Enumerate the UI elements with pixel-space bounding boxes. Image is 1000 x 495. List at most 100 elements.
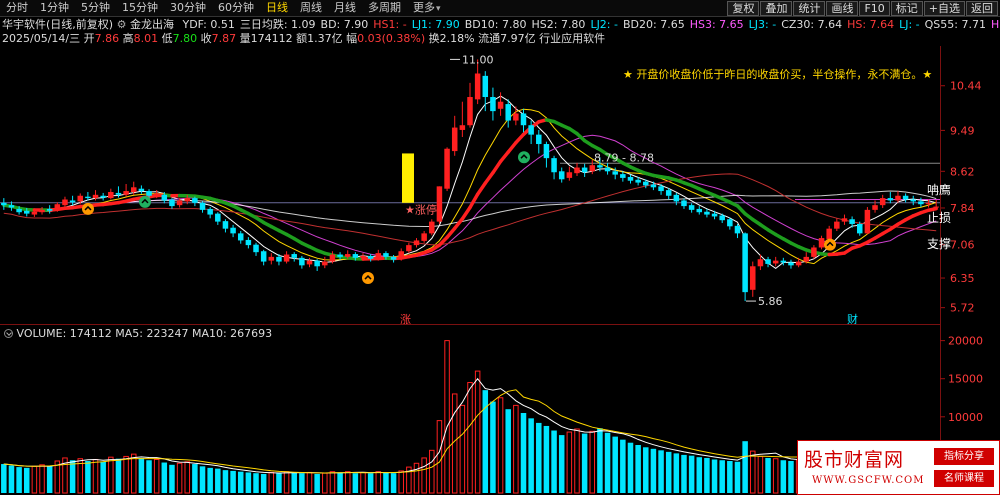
tab-6[interactable]: 日线 xyxy=(260,0,294,16)
candle-body xyxy=(864,209,871,234)
limit-up-bar xyxy=(402,153,414,203)
settings-gear-icon[interactable]: ⚙ xyxy=(117,18,127,31)
volume-bar xyxy=(299,473,305,493)
volume-bar xyxy=(765,457,771,493)
volume-bar xyxy=(451,393,458,494)
tab-5[interactable]: 60分钟 xyxy=(212,0,260,16)
volume-bar xyxy=(322,472,328,494)
side-label-support: 支撑 xyxy=(927,237,952,251)
indicator-info-line: 华宇软件(日线,前复权) ⚙ 金龙出海 YDF: 0.51 三日均跌: 1.09 B… xyxy=(2,18,1000,32)
volume-bar xyxy=(100,461,106,493)
tab-8[interactable]: 月线 xyxy=(328,0,362,16)
volume-bar xyxy=(16,467,22,493)
volume-bar xyxy=(39,464,45,494)
candle-body xyxy=(558,171,565,180)
volume-bar xyxy=(176,462,183,494)
volume-bar xyxy=(215,468,221,493)
quote-info-line: 2025/05/14/三 开7.86 高8.01 低7.80 收7.87 量17… xyxy=(2,32,606,45)
tab-4[interactable]: 30分钟 xyxy=(164,0,212,16)
volume-bar xyxy=(108,456,114,494)
candle-body xyxy=(39,209,45,213)
tab-3[interactable]: 15分钟 xyxy=(116,0,164,16)
toolbar-button-3[interactable]: 画线 xyxy=(826,1,859,16)
indicator-value-12: HS: 7.64 xyxy=(847,18,895,31)
indicator-value-10: LJ3: - xyxy=(748,18,777,31)
low-label: 5.86 xyxy=(758,295,783,308)
period-toolbar: 分时1分钟5分钟15分钟30分钟60分钟日线周线月线多周期更多 复权叠加统计画线… xyxy=(0,0,1000,17)
tab-10[interactable]: 更多 xyxy=(407,0,447,16)
tab-0[interactable]: 分时 xyxy=(0,0,34,16)
candle-body xyxy=(115,192,122,195)
volume-bar xyxy=(130,453,137,494)
candle-body xyxy=(681,200,687,207)
candle-body xyxy=(688,205,695,210)
candle-body xyxy=(872,205,878,210)
volume-bar xyxy=(711,459,718,493)
volume-bar xyxy=(543,425,550,493)
side-label-1: 呥廌 xyxy=(927,183,952,197)
volume-bar xyxy=(337,472,343,493)
candle-body xyxy=(818,238,825,248)
watermark-url: WWW.GSCFW.COM xyxy=(812,475,925,486)
candle-body xyxy=(788,262,794,266)
candle-body xyxy=(375,253,382,259)
volume-bar xyxy=(727,461,733,493)
candle-body xyxy=(215,213,221,222)
candle-body xyxy=(360,255,366,258)
tab-1[interactable]: 1分钟 xyxy=(34,0,75,16)
candle-body xyxy=(268,256,275,261)
volume-bar xyxy=(719,460,725,493)
volume-bar xyxy=(696,457,703,493)
toolbar-button-4[interactable]: F10 xyxy=(859,1,890,16)
volume-bar xyxy=(551,430,557,493)
tab-2[interactable]: 5分钟 xyxy=(75,0,116,16)
toolbar-button-1[interactable]: 叠加 xyxy=(760,1,793,16)
volume-bar xyxy=(31,465,38,494)
volume-bar xyxy=(184,461,190,494)
volume-bar xyxy=(436,420,443,494)
collapse-icon[interactable] xyxy=(4,329,13,338)
candle-body xyxy=(612,171,618,175)
price-axis-label: 10.44 xyxy=(950,80,982,93)
candlestick-chart[interactable]: 10.44 9.49 8.62 7.84 7.06 6.35 5.72 11.00 5.86 8.… xyxy=(0,46,1000,325)
candle-body xyxy=(719,215,725,221)
candle-body xyxy=(711,213,718,217)
candle-body xyxy=(803,256,810,262)
toolbar-button-5[interactable]: 标记 xyxy=(890,1,923,16)
tab-7[interactable]: 周线 xyxy=(294,0,328,16)
watermark-tag-course: 名师课程 xyxy=(934,470,994,487)
volume-bar xyxy=(23,467,30,493)
toolbar-button-2[interactable]: 统计 xyxy=(793,1,826,16)
volume-bar xyxy=(490,401,496,493)
volume-bar xyxy=(612,436,618,493)
indicator-value-15: HS◇ xyxy=(990,18,1000,31)
volume-bar xyxy=(169,464,175,493)
candle-body xyxy=(413,240,420,246)
trend-band-segment xyxy=(498,150,510,164)
candle-body xyxy=(253,244,259,253)
volume-bar xyxy=(520,413,527,493)
candle-body xyxy=(734,225,741,234)
candle-body xyxy=(635,179,641,183)
candle-body xyxy=(482,75,489,98)
volume-bar xyxy=(627,442,634,493)
volume-bar xyxy=(123,455,129,494)
candle-body xyxy=(933,206,939,208)
watermark-title: 股市财富网 xyxy=(804,449,905,471)
trend-band-segment xyxy=(506,140,518,154)
indicator-name[interactable]: 金龙出海 xyxy=(130,18,174,31)
toolbar-button-6[interactable]: +自选 xyxy=(923,1,965,16)
volume-header-text: VOLUME: 174112 MA5: 223247 MA10: 267693 xyxy=(16,327,273,340)
candle-body xyxy=(841,218,848,222)
candle-body xyxy=(406,245,412,252)
indicator-value-7: LJ2: - xyxy=(590,18,618,31)
candle-body xyxy=(8,205,15,208)
toolbar-button-7[interactable]: 返回 xyxy=(966,1,998,16)
peak-label: 11.00 xyxy=(462,53,494,66)
volume-bar xyxy=(742,441,748,493)
volume-bar xyxy=(344,471,351,494)
price-axis-label: 8.62 xyxy=(950,165,975,178)
candle-body xyxy=(444,148,450,189)
tab-9[interactable]: 多周期 xyxy=(362,0,407,16)
toolbar-button-0[interactable]: 复权 xyxy=(727,1,760,16)
